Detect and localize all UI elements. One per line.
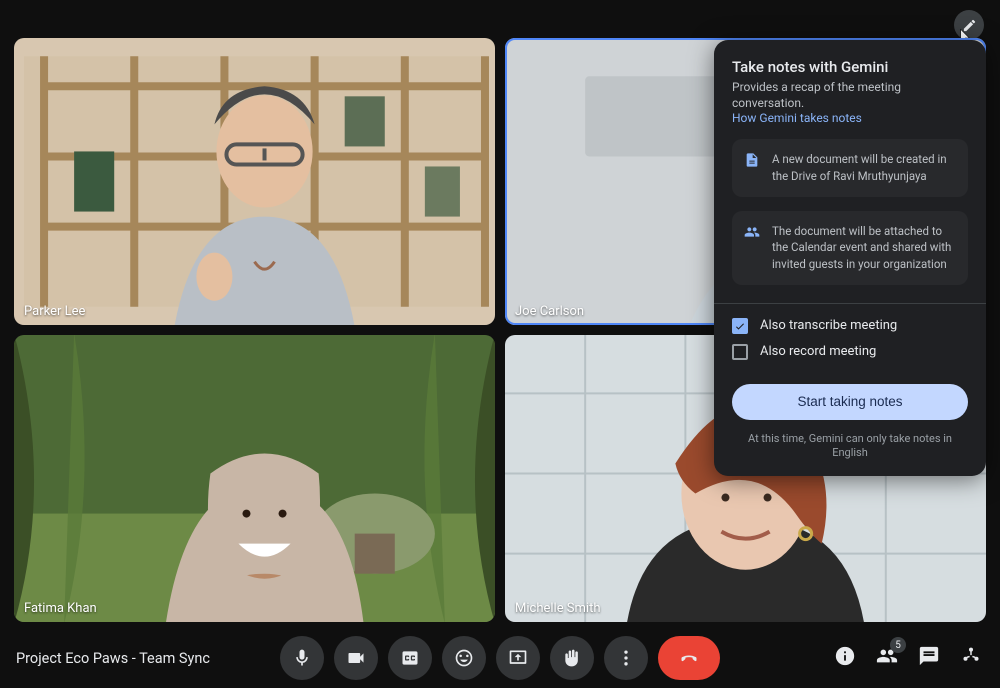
- how-gemini-link[interactable]: How Gemini takes notes: [732, 111, 968, 125]
- captions-button[interactable]: [388, 636, 432, 680]
- take-notes-toggle-button[interactable]: [954, 10, 984, 40]
- microphone-icon: [292, 648, 312, 668]
- present-button[interactable]: [496, 636, 540, 680]
- participant-name-label: Michelle Smith: [515, 601, 601, 616]
- info-card-text: A new document will be created in the Dr…: [772, 152, 947, 183]
- call-controls: [280, 636, 720, 680]
- info-card-drive: A new document will be created in the Dr…: [732, 139, 968, 196]
- participant-video: [14, 335, 495, 622]
- chat-button[interactable]: [918, 645, 940, 671]
- participant-tile[interactable]: Fatima Khan: [14, 335, 495, 622]
- pencil-sparkle-icon: [962, 18, 977, 33]
- reactions-button[interactable]: [442, 636, 486, 680]
- divider: [714, 303, 986, 304]
- participant-name-label: Fatima Khan: [24, 601, 97, 616]
- people-button[interactable]: 5: [876, 645, 898, 671]
- panel-subtitle: Provides a recap of the meeting conversa…: [732, 80, 968, 111]
- closed-captions-icon: [400, 648, 420, 668]
- checkbox-label: Also record meeting: [760, 344, 876, 359]
- right-controls: 5: [834, 645, 982, 671]
- gemini-notes-panel: Take notes with Gemini Provides a recap …: [714, 40, 986, 476]
- start-taking-notes-button[interactable]: Start taking notes: [732, 384, 968, 420]
- raise-hand-button[interactable]: [550, 636, 594, 680]
- activities-button[interactable]: [960, 645, 982, 671]
- raise-hand-icon: [562, 648, 582, 668]
- participant-tile[interactable]: Parker Lee: [14, 38, 495, 325]
- people-share-icon: [744, 224, 760, 240]
- chat-icon: [918, 645, 940, 667]
- info-card-calendar: The document will be attached to the Cal…: [732, 211, 968, 285]
- checkbox-unchecked-icon: [732, 344, 748, 360]
- info-card-text: The document will be attached to the Cal…: [772, 224, 951, 271]
- info-icon: [834, 645, 856, 667]
- meeting-details-button[interactable]: [834, 645, 856, 671]
- emoji-icon: [454, 648, 474, 668]
- transcribe-checkbox-row[interactable]: Also transcribe meeting: [732, 318, 968, 334]
- record-checkbox-row[interactable]: Also record meeting: [732, 344, 968, 360]
- bottom-bar: Project Eco Paws - Team Sync: [0, 628, 1000, 688]
- panel-title: Take notes with Gemini: [732, 58, 968, 76]
- hang-up-icon: [679, 648, 699, 668]
- checkbox-label: Also transcribe meeting: [760, 318, 897, 333]
- checkbox-checked-icon: [732, 318, 748, 334]
- panel-footer-note: At this time, Gemini can only take notes…: [732, 432, 968, 461]
- meeting-title: Project Eco Paws - Team Sync: [16, 650, 210, 667]
- people-count-badge: 5: [890, 637, 906, 653]
- present-screen-icon: [508, 648, 528, 668]
- camera-button[interactable]: [334, 636, 378, 680]
- more-vertical-icon: [616, 648, 636, 668]
- document-icon: [744, 152, 760, 168]
- activities-icon: [960, 645, 982, 667]
- participant-name-label: Parker Lee: [24, 304, 85, 319]
- more-options-button[interactable]: [604, 636, 648, 680]
- end-call-button[interactable]: [658, 636, 720, 680]
- participant-name-label: Joe Carlson: [515, 304, 584, 319]
- mic-button[interactable]: [280, 636, 324, 680]
- participant-video: [14, 38, 495, 325]
- camera-icon: [346, 648, 366, 668]
